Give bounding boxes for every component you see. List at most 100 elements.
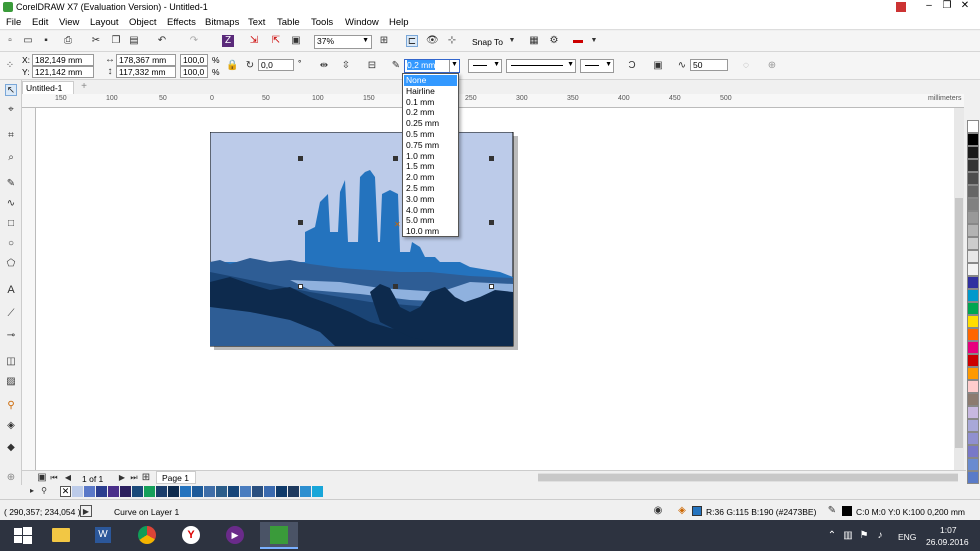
chevron-down-icon[interactable]: ▼ xyxy=(449,60,459,72)
outline-width-option[interactable]: 0.75 mm xyxy=(404,140,457,151)
selection-handle[interactable] xyxy=(489,284,494,289)
outline-width-option[interactable]: Hairline xyxy=(404,86,457,97)
palette-swatch[interactable] xyxy=(967,185,979,198)
palette-swatch[interactable] xyxy=(967,406,979,419)
document-palette-swatch[interactable] xyxy=(228,486,239,497)
palette-swatch[interactable] xyxy=(967,380,979,393)
interactive-fill-icon[interactable]: ◈ xyxy=(5,420,17,432)
artistic-media-icon[interactable]: ∿ xyxy=(5,198,17,210)
document-palette-swatch[interactable] xyxy=(144,486,155,497)
outline-width-option[interactable]: 0.1 mm xyxy=(404,97,457,108)
width-input[interactable]: 178,367 mm xyxy=(116,54,176,66)
selection-handle[interactable] xyxy=(393,284,398,289)
palette-swatch[interactable] xyxy=(967,445,979,458)
close-button[interactable]: ✕ xyxy=(958,0,972,14)
document-palette-swatch[interactable] xyxy=(240,486,251,497)
rotation-center-icon[interactable]: ✕ xyxy=(394,220,401,229)
file-explorer-icon[interactable] xyxy=(42,522,80,549)
document-palette-swatch[interactable] xyxy=(204,486,215,497)
palette-swatch[interactable] xyxy=(967,393,979,406)
input-language[interactable]: ENG xyxy=(898,532,916,542)
menu-window[interactable]: Window xyxy=(345,17,379,28)
alignment-guides-icon[interactable]: ⊹ xyxy=(446,35,458,47)
palette-swatch[interactable] xyxy=(967,276,979,289)
palette-swatch[interactable] xyxy=(967,458,979,471)
previous-page-icon[interactable]: ◀ xyxy=(62,472,74,484)
wrap-text-icon[interactable]: ▣ xyxy=(652,60,664,72)
polygon-tool-icon[interactable]: ⬠ xyxy=(5,258,17,270)
menu-bitmaps[interactable]: Bitmaps xyxy=(205,17,239,28)
palette-swatch[interactable] xyxy=(967,211,979,224)
add-icon[interactable]: ⊕ xyxy=(766,60,778,72)
smart-fill-icon[interactable]: ◆ xyxy=(5,442,17,454)
palette-swatch[interactable] xyxy=(967,289,979,302)
flag-icon[interactable]: ⚑ xyxy=(858,530,870,542)
close-curve-icon[interactable]: Ɔ xyxy=(626,60,638,72)
menu-tools[interactable]: Tools xyxy=(311,17,333,28)
outline-width-dropdown[interactable]: None Hairline 0.1 mm 0.2 mm 0.25 mm 0.5 mm 0.7… xyxy=(402,73,459,237)
palette-swatch[interactable] xyxy=(967,341,979,354)
rotation-input[interactable]: 0,0 xyxy=(258,59,294,71)
options-icon[interactable]: ⚙ xyxy=(548,35,560,47)
launch-icon[interactable]: ▬ xyxy=(572,35,584,47)
page-options-icon[interactable]: ▣ xyxy=(36,472,48,484)
drawing-canvas[interactable]: ✕ xyxy=(36,108,964,470)
palette-swatch[interactable] xyxy=(967,198,979,211)
selection-handle[interactable] xyxy=(393,156,398,161)
selection-handle[interactable] xyxy=(298,156,303,161)
menu-edit[interactable]: Edit xyxy=(32,17,48,28)
network-icon[interactable]: ▥ xyxy=(842,530,854,542)
menu-help[interactable]: Help xyxy=(389,17,409,28)
outline-width-option[interactable]: 0.2 mm xyxy=(404,107,457,118)
publish-pdf-icon[interactable]: ▣ xyxy=(290,35,302,47)
horizontal-ruler[interactable]: 150 100 50 0 50 100 150 200 250 300 350 … xyxy=(22,94,964,108)
document-palette-swatch[interactable] xyxy=(84,486,95,497)
selection-handle[interactable] xyxy=(489,220,494,225)
palette-swatch[interactable] xyxy=(967,367,979,380)
coreldraw-taskbar-icon[interactable] xyxy=(260,522,298,549)
add-page-icon[interactable]: ⊞ xyxy=(140,472,152,484)
line-style-select[interactable]: ▼ xyxy=(506,59,576,73)
zoom-tool-icon[interactable]: ⌕ xyxy=(5,152,17,164)
page-tab[interactable]: Page 1 xyxy=(156,471,196,484)
scrollbar-thumb[interactable] xyxy=(955,198,963,448)
document-palette-options-icon[interactable]: ▸ xyxy=(26,485,38,497)
search-content-icon[interactable]: Z xyxy=(222,35,234,47)
tray-expand-icon[interactable]: ⌃ xyxy=(826,530,838,542)
document-palette-swatch[interactable] xyxy=(300,486,311,497)
palette-swatch[interactable] xyxy=(967,172,979,185)
outline-width-option[interactable]: 2.0 mm xyxy=(404,172,457,183)
start-arrowhead-select[interactable]: ▼ xyxy=(468,59,502,73)
horizontal-scrollbar[interactable] xyxy=(538,473,958,482)
chevron-down-icon[interactable]: ▼ xyxy=(506,35,518,47)
illustration-artwork[interactable] xyxy=(210,132,520,350)
lock-ratio-icon[interactable]: 🔒 xyxy=(226,60,238,72)
vertical-scrollbar[interactable] xyxy=(954,108,964,470)
play-icon[interactable]: ▶ xyxy=(80,505,92,517)
scale-y-input[interactable]: 100,0 xyxy=(180,66,208,78)
save-icon[interactable]: ▪ xyxy=(40,35,52,47)
start-button[interactable] xyxy=(4,522,42,549)
document-palette-swatch[interactable] xyxy=(192,486,203,497)
document-palette-swatch[interactable] xyxy=(276,486,287,497)
scale-x-input[interactable]: 100,0 xyxy=(180,54,208,66)
drop-shadow-icon[interactable]: ◫ xyxy=(5,356,17,368)
smoothing-input[interactable]: 50 xyxy=(690,59,728,71)
new-document-icon[interactable]: ▫ xyxy=(4,35,16,47)
document-palette-swatch[interactable] xyxy=(288,486,299,497)
parallel-dimension-icon[interactable]: ⟋ xyxy=(5,308,17,320)
outline-width-option[interactable]: 1.5 mm xyxy=(404,161,457,172)
snap-to-button[interactable]: Snap To xyxy=(472,37,503,47)
palette-swatch[interactable] xyxy=(967,159,979,172)
selection-handle[interactable] xyxy=(489,156,494,161)
crop-tool-icon[interactable]: ⌗ xyxy=(5,130,17,142)
outline-width-option[interactable]: 1.0 mm xyxy=(404,151,457,162)
chevron-down-icon[interactable]: ▼ xyxy=(588,35,600,47)
last-page-icon[interactable]: ⏭ xyxy=(128,472,140,484)
document-palette-swatch[interactable] xyxy=(96,486,107,497)
menu-object[interactable]: Object xyxy=(129,17,156,28)
freehand-tool-icon[interactable]: ✎ xyxy=(5,178,17,190)
outline-width-option[interactable]: 3.0 mm xyxy=(404,194,457,205)
media-player-icon[interactable]: ▶ xyxy=(216,522,254,549)
clock-date[interactable]: 26.09.2016 xyxy=(926,537,969,547)
